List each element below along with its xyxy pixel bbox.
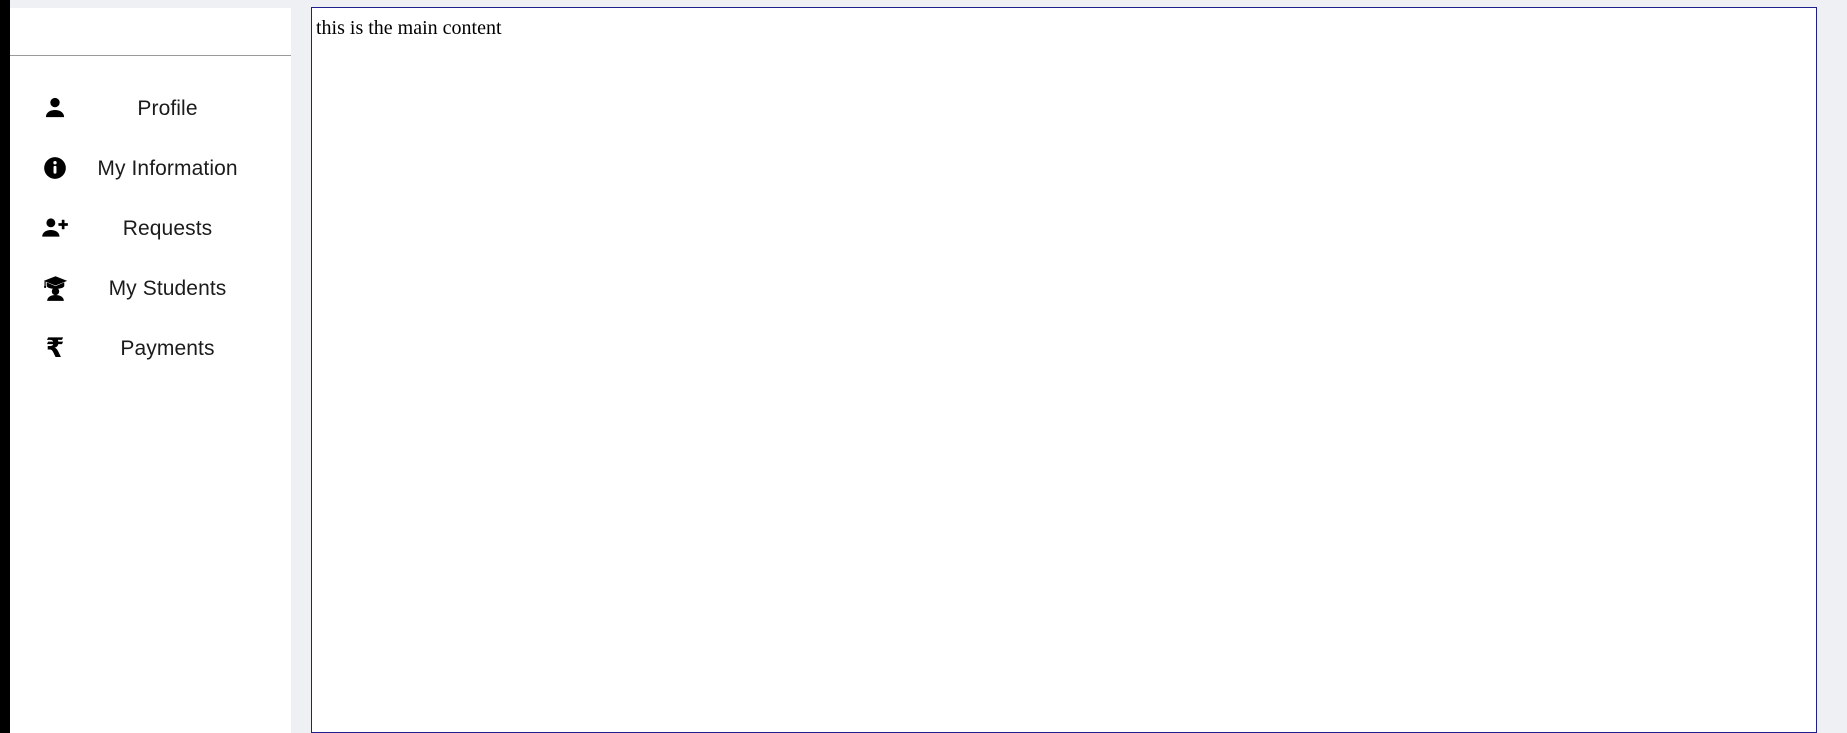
app-root: Profile My Information Requests My Stude… <box>0 0 1847 733</box>
left-rail <box>0 0 10 733</box>
sidebar: Profile My Information Requests My Stude… <box>10 8 291 733</box>
sidebar-item-label: Profile <box>137 96 198 120</box>
user-icon <box>32 95 78 121</box>
sidebar-item-label: My Students <box>108 276 227 300</box>
sidebar-item-my-information[interactable]: My Information <box>10 138 291 198</box>
rupee-glyph: ₹ <box>45 332 65 364</box>
sidebar-item-label: Requests <box>122 216 213 240</box>
sidebar-header <box>10 8 291 56</box>
sidebar-item-my-students[interactable]: My Students <box>10 258 291 318</box>
user-plus-icon <box>32 215 78 241</box>
sidebar-nav: Profile My Information Requests My Stude… <box>10 56 291 378</box>
main-content-text: this is the main content <box>316 17 502 39</box>
info-circle-icon <box>32 155 78 181</box>
rupee-sign-icon: ₹ <box>32 335 78 362</box>
main-content-panel[interactable]: this is the main content <box>311 7 1817 733</box>
sidebar-item-label: My Information <box>97 156 238 180</box>
sidebar-item-label: Payments <box>120 336 215 360</box>
user-graduate-icon <box>32 275 78 302</box>
sidebar-item-requests[interactable]: Requests <box>10 198 291 258</box>
sidebar-item-payments[interactable]: ₹ Payments <box>10 318 291 378</box>
sidebar-item-profile[interactable]: Profile <box>10 78 291 138</box>
